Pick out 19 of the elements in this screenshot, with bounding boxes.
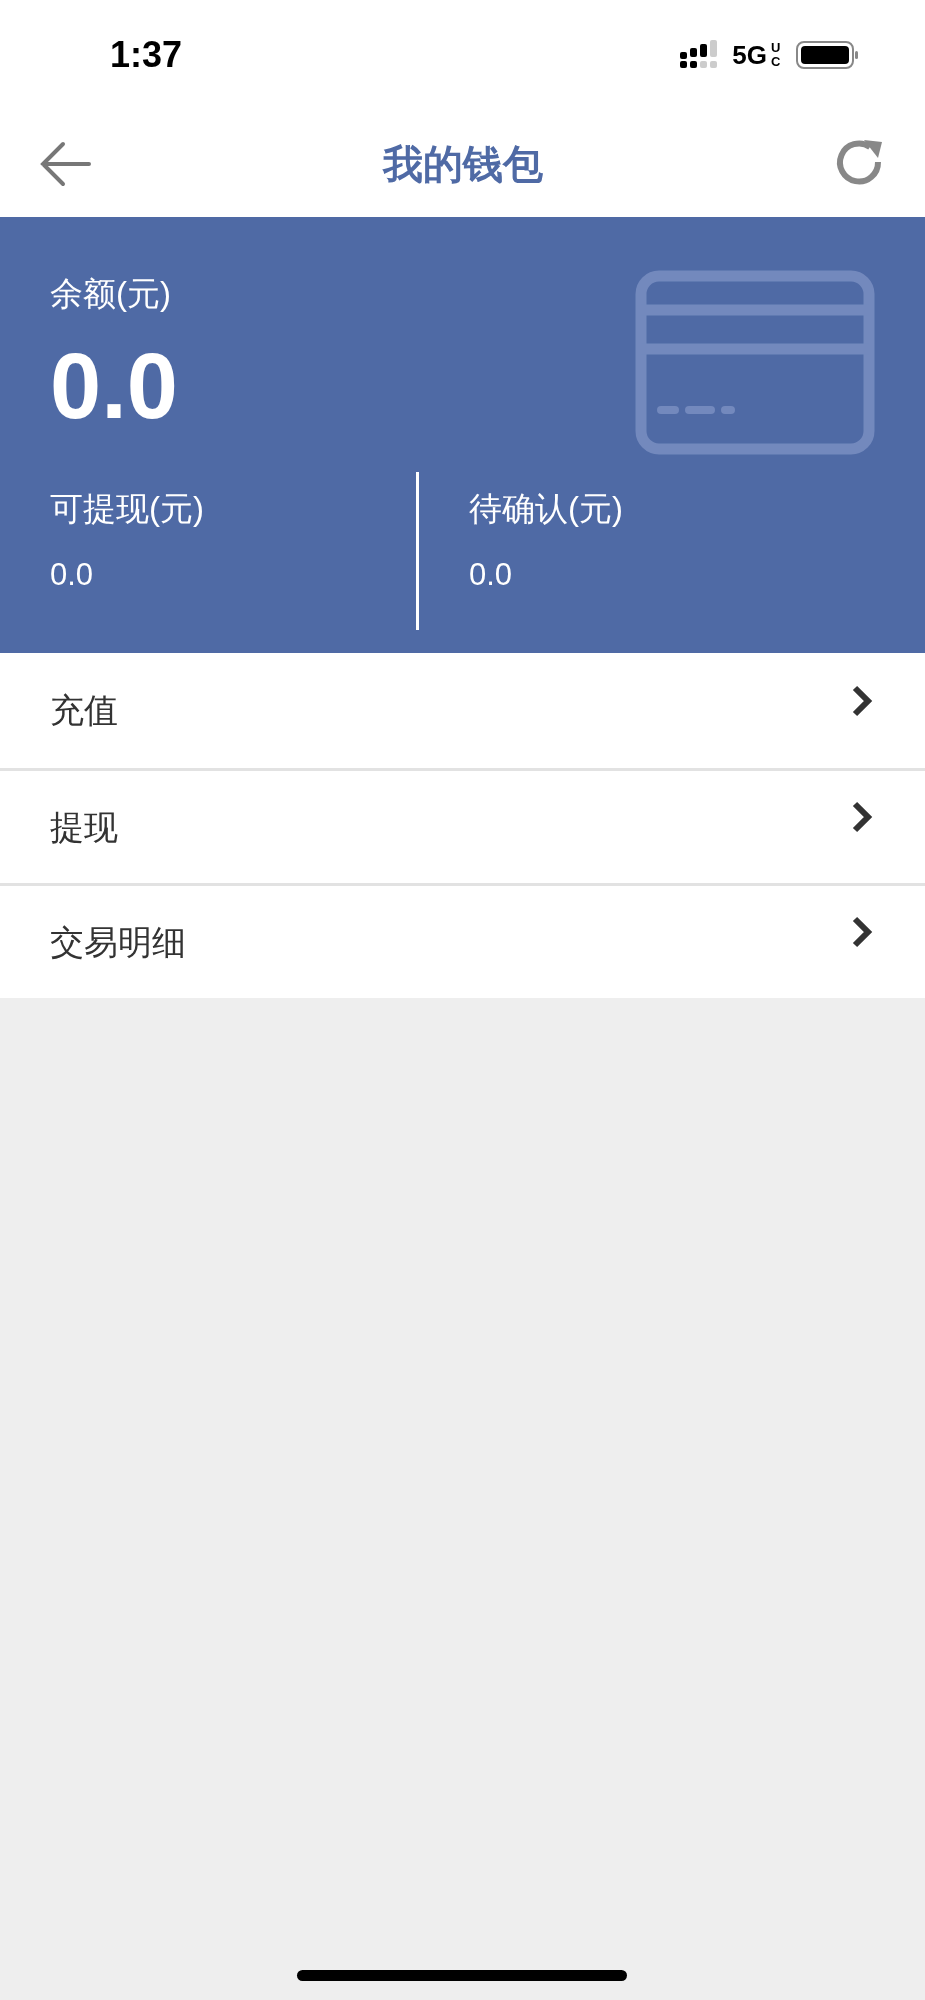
page-title: 我的钱包 [382,140,543,188]
card-icon [635,270,875,455]
battery-icon [796,41,860,69]
network-label: 5G [732,38,767,72]
menu-item[interactable]: 交易明细 [0,883,925,998]
balance-type-amount: 0.0 [50,559,95,590]
balance-type-label: 待确认(元) [469,489,624,525]
menu-item[interactable]: 提现 [0,768,925,883]
balance-label: 余额(元) [50,277,172,310]
chevron-right-icon [851,800,873,834]
chevron-right-icon [851,683,873,718]
menu-item[interactable]: 充值 [0,653,925,768]
status-time: 1:37 [110,33,183,77]
balance-type-label: 可提现(元) [50,489,205,525]
balance-type-amount: 0.0 [469,559,514,590]
balance-amount: 0.0 [50,340,179,432]
network-suffix: UC [771,40,782,70]
chevron-right-icon [851,915,873,949]
back-arrow-icon [39,140,91,187]
